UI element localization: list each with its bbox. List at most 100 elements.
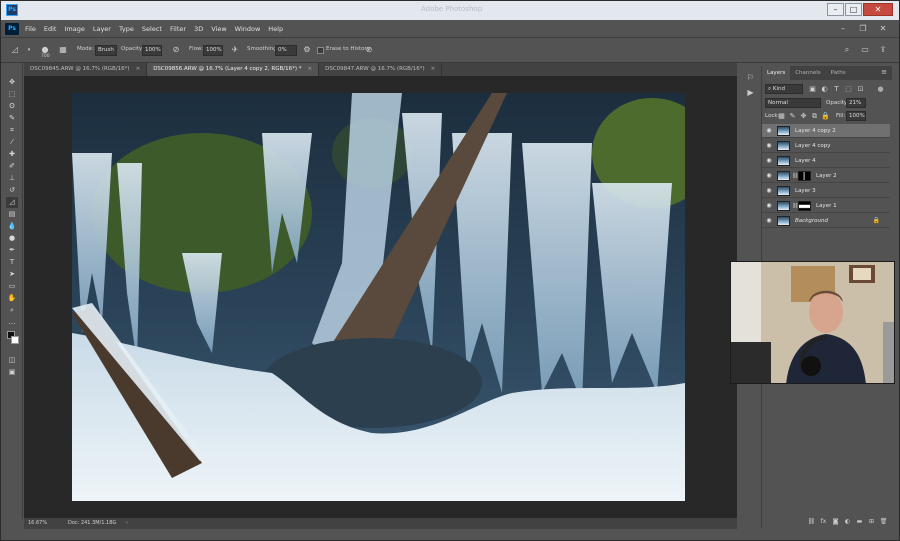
menu-3d[interactable]: 3D [194,25,203,33]
eraser-tool-button[interactable]: ◿ [6,197,18,208]
filter-pixel-icon[interactable]: ▣ [808,85,817,94]
layer-name[interactable]: Layer 4 copy 2 [795,127,836,135]
clone-stamp-tool-icon[interactable]: ⊥ [6,173,18,184]
visibility-eye-icon[interactable]: ◉ [765,157,773,165]
lock-artboard-icon[interactable]: ⧉ [810,112,819,121]
blur-tool-icon[interactable]: 💧 [6,221,18,232]
visibility-eye-icon[interactable]: ◉ [765,172,773,180]
panel-menu-icon[interactable]: ≡ [881,68,887,76]
blend-mode-select[interactable]: Normal [765,98,821,108]
visibility-eye-icon[interactable]: ◉ [765,127,773,135]
delete-layer-icon[interactable]: 🗑 [879,517,888,526]
tab-layers[interactable]: Layers [762,66,791,80]
minimize-button[interactable]: – [827,3,844,16]
mask-link-icon[interactable]: ⛓ [792,202,798,210]
lock-pixels-icon[interactable]: ✎ [788,112,797,121]
layer-row[interactable]: ◉ ⛓ Layer 2 [762,169,890,183]
dodge-tool-icon[interactable]: ● [6,233,18,244]
layer-row[interactable]: ◉ ⛓ Layer 1 [762,199,890,213]
menu-edit[interactable]: Edit [44,25,57,33]
layer-name[interactable]: Layer 4 [795,157,816,165]
eyedropper-tool-icon[interactable]: ⁄ [6,137,18,148]
mask-link-icon[interactable]: ⛓ [792,172,798,180]
layer-name[interactable]: Layer 2 [816,172,837,180]
lasso-tool-icon[interactable]: ʘ [6,101,18,112]
crop-tool-icon[interactable]: ⌗ [6,125,18,136]
search-icon[interactable]: ⌕ [841,44,853,56]
tab-dsc09847[interactable]: DSC09847.ARW @ 16.7% (RGB/16*) × [319,63,443,76]
layer-row[interactable]: ◉ Layer 4 [762,154,890,168]
layer-row[interactable]: ◉ Background 🔒 [762,214,890,228]
close-button[interactable]: ✕ [863,3,893,16]
more-tools-icon[interactable]: … [6,317,18,328]
layer-name[interactable]: Background [795,217,828,225]
actions-panel-icon[interactable]: ▶ [745,87,756,98]
new-layer-icon[interactable]: ⊞ [867,517,876,526]
visibility-eye-icon[interactable]: ◉ [765,202,773,210]
doc-close-button[interactable]: ✕ [877,23,889,35]
maximize-button[interactable]: □ [845,3,862,16]
layer-mask-thumbnail[interactable] [798,201,811,211]
smoothing-settings-icon[interactable]: ⚙ [301,44,313,56]
quick-mask-icon[interactable]: ◫ [6,355,18,366]
mode-select[interactable]: Brush [95,45,117,56]
hand-tool-icon[interactable]: ✋ [6,293,18,304]
menu-type[interactable]: Type [119,25,134,33]
visibility-eye-icon[interactable]: ◉ [765,217,773,225]
filter-toggle-icon[interactable]: ● [876,85,885,94]
zoom-readout[interactable]: 16.67% [28,518,47,529]
layer-name[interactable]: Layer 3 [795,187,816,195]
doc-minimize-button[interactable]: – [837,23,849,35]
filter-type-icon[interactable]: T [832,85,841,94]
tab-channels[interactable]: Channels [790,66,825,80]
menu-image[interactable]: Image [64,25,84,33]
pressure-size-icon[interactable]: ⊘ [363,44,375,56]
fill-input[interactable]: 100% [846,111,866,121]
eraser-tool-icon[interactable]: ◿ [9,44,21,56]
menu-help[interactable]: Help [268,25,283,33]
filter-smart-icon[interactable]: ⊡ [856,85,865,94]
quick-select-tool-icon[interactable]: ✎ [6,113,18,124]
flow-input[interactable]: 100% [203,45,223,56]
layer-row[interactable]: ◉ Layer 4 copy 2 [762,124,890,138]
lock-all-icon[interactable]: 🔒 [821,112,830,121]
filter-shape-icon[interactable]: ⬚ [844,85,853,94]
brush-settings-icon[interactable]: ▦ [57,44,69,56]
layer-style-icon[interactable]: fx [819,517,828,526]
tab-dsc09856[interactable]: DSC09856.ARW @ 16.7% (Layer 4 copy 2, RG… [147,63,320,76]
layer-name[interactable]: Layer 4 copy [795,142,830,150]
document-image[interactable] [72,93,685,501]
background-color-swatch[interactable] [11,336,19,344]
tab-close-icon[interactable]: × [431,66,436,72]
add-mask-icon[interactable]: ◙ [831,517,840,526]
tab-close-icon[interactable]: × [136,66,141,72]
airbrush-icon[interactable]: ✈ [229,44,241,56]
tab-paths[interactable]: Paths [826,66,851,80]
smoothing-input[interactable]: 0% [275,45,297,56]
filter-kind-select[interactable]: ⌕ Kind [765,84,803,94]
gradient-tool-icon[interactable]: ▤ [6,209,18,220]
workspace-icon[interactable]: ▭ [859,44,871,56]
layer-name[interactable]: Layer 1 [816,202,837,210]
path-select-tool-icon[interactable]: ➤ [6,269,18,280]
healing-tool-icon[interactable]: ✚ [6,149,18,160]
type-tool-icon[interactable]: T [6,257,18,268]
new-group-icon[interactable]: ▬ [855,517,864,526]
lock-position-icon[interactable]: ✥ [799,112,808,121]
move-tool-icon[interactable]: ✥ [6,77,18,88]
layer-row[interactable]: ◉ Layer 3 [762,184,890,198]
lock-transparent-icon[interactable]: ▦ [777,112,786,121]
status-arrow-icon[interactable]: › [126,518,128,529]
doc-restore-button[interactable]: ❐ [857,23,869,35]
layer-row[interactable]: ◉ Layer 4 copy [762,139,890,153]
pressure-opacity-icon[interactable]: ⊘ [170,44,182,56]
layer-mask-thumbnail[interactable] [798,171,811,181]
visibility-eye-icon[interactable]: ◉ [765,142,773,150]
adjustment-layer-icon[interactable]: ◐ [843,517,852,526]
canvas-area[interactable] [24,76,737,518]
brush-tool-icon[interactable]: ✐ [6,161,18,172]
screen-mode-icon[interactable]: ▣ [6,367,18,378]
menu-window[interactable]: Window [235,25,261,33]
pen-tool-icon[interactable]: ✒ [6,245,18,256]
history-brush-tool-icon[interactable]: ↺ [6,185,18,196]
